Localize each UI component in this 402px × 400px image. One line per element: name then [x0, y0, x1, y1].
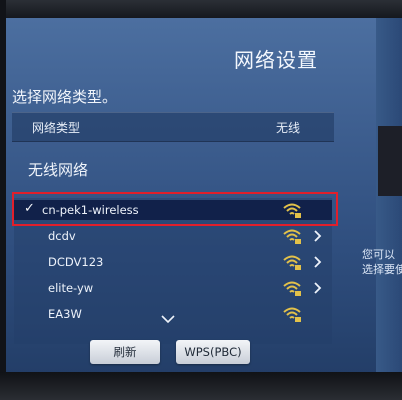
wifi-lock-icon — [283, 255, 301, 270]
select-type-heading: 选择网络类型。 — [12, 88, 118, 106]
chevron-right-icon[interactable] — [312, 279, 324, 297]
network-type-label: 网络类型 — [32, 121, 81, 135]
network-type-value: 无线 — [276, 121, 301, 135]
selection-highlight — [12, 192, 338, 226]
wps-button[interactable]: WPS(PBC) — [176, 340, 250, 364]
background-thumbnail — [378, 126, 402, 196]
network-name: EA3W — [48, 307, 82, 321]
side-hint-line1: 您可以 — [362, 248, 395, 261]
network-item[interactable]: dcdv — [14, 226, 332, 246]
network-name: DCDV123 — [48, 255, 104, 269]
network-name: elite-yw — [48, 281, 94, 295]
side-hint-text: 您可以 选择要使 — [362, 247, 402, 277]
background-panel-edge — [376, 18, 402, 374]
wifi-lock-icon — [283, 229, 301, 244]
refresh-button[interactable]: 刷新 — [90, 340, 160, 364]
chevron-right-icon[interactable] — [312, 253, 324, 271]
wireless-section-heading: 无线网络 — [28, 161, 89, 179]
chevron-down-icon[interactable] — [160, 314, 176, 324]
wifi-lock-icon — [283, 281, 301, 296]
network-item[interactable]: DCDV123 — [14, 252, 332, 272]
tv-bezel-top — [0, 0, 402, 18]
page-title: 网络设置 — [234, 48, 318, 72]
chevron-right-icon[interactable] — [312, 227, 324, 245]
wifi-lock-icon — [283, 307, 301, 322]
side-hint-line2: 选择要使 — [362, 263, 402, 276]
network-name: dcdv — [48, 229, 76, 243]
tv-screen: 您可以 选择要使 网络设置 选择网络类型。 网络类型 无线 无线网络 ✓ cn-… — [6, 18, 402, 374]
network-item[interactable]: elite-yw — [14, 278, 332, 298]
tv-bezel-bottom — [0, 372, 402, 400]
network-type-row[interactable]: 网络类型 无线 — [12, 112, 334, 142]
